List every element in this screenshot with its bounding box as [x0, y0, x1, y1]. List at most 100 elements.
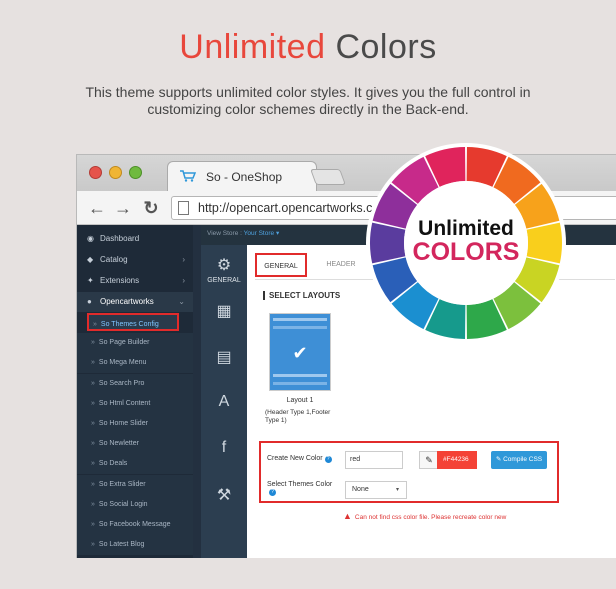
select-color-label: Select Themes Color? — [267, 481, 333, 496]
document-icon[interactable]: ▤ — [201, 347, 247, 367]
sidebar-item-catalog[interactable]: ◆ Catalog › — [77, 250, 193, 270]
close-window-button[interactable] — [89, 166, 102, 179]
create-color-label: Create New Color? — [267, 455, 332, 463]
submenu-item[interactable]: » So Deals — [77, 454, 193, 475]
sidebar-item-dashboard[interactable]: ◉ Dashboard — [77, 229, 193, 249]
chevron-right-icon: » — [91, 399, 95, 407]
puzzle-icon: ✦ — [87, 276, 94, 285]
facebook-icon[interactable]: f — [201, 439, 247, 457]
color-name-input[interactable]: red — [345, 451, 403, 469]
chevron-right-icon: » — [91, 420, 95, 427]
chevron-right-icon: » — [91, 541, 95, 549]
info-icon: ? — [269, 489, 276, 496]
chevron-right-icon: » — [91, 500, 95, 508]
back-button[interactable]: ← — [87, 198, 107, 219]
sidebar-item-label: Extensions — [100, 276, 140, 285]
icon-glyph: ⚒ — [216, 487, 232, 504]
submenu-item[interactable]: » So Latest Blog — [77, 535, 193, 556]
icon-label: GENERAL — [207, 277, 241, 284]
icon-glyph: f — [221, 439, 227, 456]
gear-icon[interactable]: ⚙ GENERAL — [201, 255, 247, 284]
sidebar-item-label: Dashboard — [100, 234, 140, 243]
tab-general[interactable]: GENERAL — [255, 253, 307, 277]
submenu-label: So Extra Slider — [98, 480, 146, 488]
submenu-item[interactable]: » So Facebook Message — [77, 515, 193, 535]
section-title: SELECT LAYOUTS — [263, 291, 340, 300]
submenu-item[interactable]: » So Newletter — [77, 434, 193, 455]
tag-icon: ◆ — [87, 255, 94, 264]
badge-line2: COLORS — [413, 238, 520, 266]
layout-name: Layout 1 — [286, 397, 314, 404]
submenu-item[interactable]: » So Home Slider — [77, 414, 193, 434]
hero-title-rest: Colors — [335, 28, 437, 66]
submenu-label: So Newletter — [98, 440, 139, 448]
thumb-band — [273, 374, 327, 377]
sidebar-item-label: Opencartworks — [100, 297, 154, 306]
submenu-label: So Mega Menu — [98, 359, 147, 367]
thumb-band — [273, 326, 327, 329]
font-icon[interactable]: A — [201, 393, 247, 411]
icon-glyph: ▤ — [216, 349, 232, 366]
submenu-item[interactable]: » So Mega Menu — [77, 353, 193, 374]
chevron-right-icon: › — [182, 255, 185, 264]
check-icon: ✔ — [292, 343, 308, 363]
chevron-right-icon: » — [91, 480, 95, 488]
wrench-icon[interactable]: ⚒ — [201, 485, 247, 505]
submenu-label: So Themes Config — [100, 321, 159, 328]
forward-button[interactable]: → — [113, 198, 133, 219]
chevron-right-icon: » — [91, 359, 95, 367]
submenu-item[interactable]: » So Page Builder — [77, 333, 193, 354]
hero-title-accent: Unlimited — [179, 28, 326, 66]
view-store[interactable]: View Store : Your Store ▾ — [207, 229, 279, 237]
reload-button[interactable]: ↻ — [141, 198, 161, 219]
icon-glyph: ⚙ — [216, 257, 232, 274]
hero-title: Unlimited Colors — [0, 28, 616, 67]
maximize-window-button[interactable] — [129, 166, 142, 179]
submenu-item[interactable]: » So Themes Config — [87, 313, 179, 331]
chevron-down-icon: ▾ — [396, 487, 400, 493]
chevron-right-icon: » — [93, 321, 97, 328]
submenu-item[interactable]: » So Search Pro — [77, 373, 193, 394]
submenu-label: So Latest Blog — [98, 541, 145, 549]
color-picker-button[interactable]: ✎ — [419, 451, 439, 469]
settings-icon-column: ⚙ GENERAL ▦ ▤ Af ⚒ — [201, 245, 247, 558]
submenu-item[interactable]: » So Social Login — [77, 494, 193, 515]
submenu-label: So Deals — [98, 460, 128, 468]
chevron-right-icon: » — [91, 521, 95, 528]
submenu-item[interactable]: » So Html Content — [77, 393, 193, 414]
tab-header[interactable]: HEADER — [317, 253, 365, 277]
browser-tab[interactable]: So - OneShop — [167, 161, 317, 191]
sidebar-item-extensions[interactable]: ✦ Extensions › — [77, 271, 193, 291]
warning-icon: ▲ — [343, 511, 352, 521]
submenu-label: So Facebook Message — [98, 521, 171, 528]
chevron-right-icon: ⌄ — [178, 297, 185, 306]
thumb-band — [273, 318, 327, 321]
hero-subtitle: This theme supports unlimited color styl… — [85, 84, 531, 117]
compile-css-button[interactable]: ✎ Compile CSS — [491, 451, 547, 469]
sidebar-item-opencartworks[interactable]: ● Opencartworks ⌄ — [77, 292, 193, 312]
tab-title: So - OneShop — [206, 170, 283, 184]
error-message: ▲ Can not find css color file. Please rec… — [343, 511, 507, 521]
icon-glyph: A — [218, 393, 230, 410]
submenu-label: So Home Slider — [98, 420, 148, 427]
sidebar-scroll-strip — [193, 225, 201, 558]
thumb-band — [273, 382, 327, 385]
theme-color-select[interactable]: None ▾ — [345, 481, 407, 499]
color-hex-value[interactable]: #F44236 — [437, 451, 477, 469]
chevron-right-icon: » — [91, 379, 95, 387]
submenu-item[interactable]: » So Extra Slider — [77, 474, 193, 495]
dashboard-icon: ◉ — [87, 234, 94, 243]
new-tab-button[interactable] — [310, 169, 346, 185]
admin-sidebar: ◉ Dashboard ◆ Catalog › ✦ Extensions › ● Opencart… — [77, 225, 193, 558]
submenu-label: So Page Builder — [98, 339, 150, 347]
opencartworks-icon: ● — [87, 297, 92, 306]
submenu-label: So Html Content — [98, 399, 151, 407]
wheel-segment — [370, 222, 406, 264]
chevron-right-icon: » — [91, 460, 95, 468]
chevron-right-icon: › — [182, 276, 185, 285]
color-form: Create New Color? red ✎ #F44236 ✎ Compil… — [259, 441, 559, 503]
layout-thumbnail[interactable]: ✔ — [269, 313, 331, 391]
minimize-window-button[interactable] — [109, 166, 122, 179]
grid-icon[interactable]: ▦ — [201, 301, 247, 321]
submenu-label: So Social Login — [98, 500, 148, 508]
